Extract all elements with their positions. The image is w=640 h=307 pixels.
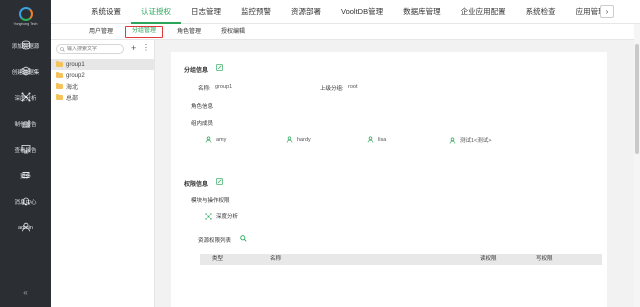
sidebar-label: 消息中心	[14, 200, 37, 206]
parent-group-label: 上级分组:	[320, 86, 344, 92]
top-menu-item-database[interactable]: 数据库管理	[393, 0, 451, 24]
left-sidebar: Yonghong Tech 添加数据源 创建数据集 深度分析 制作报告 查看报告…	[0, 0, 51, 307]
sidebar-item-add-datasource[interactable]: 添加数据源	[0, 32, 51, 58]
group-name-value: group1	[215, 84, 233, 90]
group-name-label: 名称:	[198, 86, 211, 92]
logo-mark	[18, 6, 33, 21]
tree-options-button[interactable]: ⋮	[142, 43, 150, 52]
members-label: 组内成员	[191, 121, 214, 127]
member-name: lisa	[378, 136, 387, 143]
user-icon	[286, 136, 293, 143]
folder-icon	[56, 94, 63, 100]
brand-logo: Yonghong Tech	[0, 0, 51, 32]
member-item: amy	[205, 136, 226, 143]
permission-info-title: 权限信息	[184, 182, 209, 188]
group-info-title: 分组信息	[184, 68, 209, 74]
resource-permission-label: 资源权限列表	[198, 238, 232, 244]
top-menu-item-system-settings[interactable]: 系统设置	[81, 0, 131, 24]
resource-table-header: 类型 名称 读权限 写权限	[200, 254, 602, 265]
main-content	[155, 40, 640, 307]
sidebar-item-admin[interactable]: admin	[0, 214, 51, 240]
module-name: 深度分析	[216, 214, 239, 220]
top-menu-next-button[interactable]: ›	[600, 5, 614, 18]
sidebar-label: 更多	[19, 174, 31, 180]
sidebar-item-create-dataset[interactable]: 创建数据集	[0, 58, 51, 84]
member-name: amy	[216, 136, 227, 143]
member-item: lisa	[367, 136, 386, 143]
sidebar-item-make-report[interactable]: 制作报告	[0, 110, 51, 136]
group-item[interactable]: group1	[51, 59, 155, 70]
top-menu-item-system-check[interactable]: 系统检查	[516, 0, 566, 24]
top-menu-item-enterprise-config[interactable]: 企业应用配置	[451, 0, 516, 24]
user-icon	[449, 136, 456, 144]
sidebar-label: 深度分析	[14, 96, 37, 102]
member-item: hardy	[286, 136, 311, 143]
sidebar-item-messages[interactable]: 消息中心	[0, 188, 51, 214]
top-menu-bar: 系统设置 认证授权 日志管理 监控预警 资源部署 VooltDB管理 数据库管理…	[51, 0, 640, 24]
group-search[interactable]	[56, 44, 124, 54]
search-icon[interactable]	[240, 235, 247, 242]
sidebar-item-more[interactable]: 更多	[0, 162, 51, 188]
group-item[interactable]: group2	[51, 70, 155, 81]
folder-icon	[56, 61, 63, 67]
group-item-label: 总部	[66, 96, 79, 102]
group-item[interactable]: 海北	[51, 81, 155, 92]
tab-group-management[interactable]: 分组管理	[125, 26, 164, 38]
column-header-read[interactable]: 读权限	[480, 254, 497, 265]
sidebar-label: 添加数据源	[11, 44, 40, 50]
parent-group-value: root	[348, 84, 358, 90]
sidebar-label: admin	[18, 225, 33, 231]
search-icon	[60, 46, 65, 52]
member-item: 测试1<测试>	[449, 136, 491, 144]
group-search-input[interactable]	[67, 46, 123, 52]
sidebar-label: 制作报告	[14, 122, 37, 128]
member-name: 测试1<测试>	[460, 138, 492, 144]
add-group-button[interactable]: +	[131, 43, 136, 53]
group-item-label: group1	[66, 61, 85, 68]
module-permission-label: 模块与操作权限	[191, 198, 230, 204]
sidebar-item-deep-analysis[interactable]: 深度分析	[0, 84, 51, 110]
column-header-type[interactable]: 类型	[212, 254, 223, 265]
sub-tab-bar: 用户管理 分组管理 角色管理 授权编辑	[51, 24, 640, 40]
edit-icon[interactable]	[216, 64, 223, 71]
top-menu: 系统设置 认证授权 日志管理 监控预警 资源部署 VooltDB管理 数据库管理…	[81, 0, 616, 24]
group-tree-panel: + ⋮ group1 group2 海北 总部	[51, 40, 155, 307]
sidebar-item-view-report[interactable]: 查看报告	[0, 136, 51, 162]
group-item-label: group2	[66, 72, 85, 79]
group-list: group1 group2 海北 总部	[51, 59, 155, 103]
tab-auth-edit[interactable]: 授权编辑	[215, 26, 251, 38]
sidebar-label: 创建数据集	[11, 70, 40, 76]
top-menu-item-monitoring[interactable]: 监控预警	[231, 0, 281, 24]
tab-user-management[interactable]: 用户管理	[83, 26, 119, 38]
member-name: hardy	[297, 136, 311, 143]
group-item-label: 海北	[66, 85, 79, 91]
sidebar-label: 查看报告	[14, 148, 37, 154]
top-menu-item-auth[interactable]: 认证授权	[131, 0, 181, 24]
folder-icon	[56, 83, 63, 89]
network-icon	[205, 212, 212, 220]
scrollbar-thumb[interactable]	[635, 44, 639, 154]
column-header-write[interactable]: 写权限	[536, 254, 553, 265]
column-header-name[interactable]: 名称	[270, 254, 281, 265]
edit-icon[interactable]	[216, 178, 223, 185]
top-menu-item-deployment[interactable]: 资源部署	[281, 0, 331, 24]
vertical-scrollbar[interactable]	[634, 24, 640, 307]
tab-role-management[interactable]: 角色管理	[171, 26, 207, 38]
module-permission-item: 深度分析	[205, 212, 238, 220]
permission-info-card	[171, 168, 607, 307]
user-icon	[367, 136, 374, 143]
folder-icon	[56, 72, 63, 78]
collapse-sidebar-button[interactable]: «	[0, 288, 51, 297]
role-info-label: 角色信息	[191, 104, 214, 110]
top-menu-item-logs[interactable]: 日志管理	[181, 0, 231, 24]
user-icon	[205, 136, 212, 143]
logo-text: Yonghong Tech	[13, 21, 38, 26]
group-item[interactable]: 总部	[51, 92, 155, 103]
top-menu-item-vooltdb[interactable]: VooltDB管理	[331, 0, 393, 24]
